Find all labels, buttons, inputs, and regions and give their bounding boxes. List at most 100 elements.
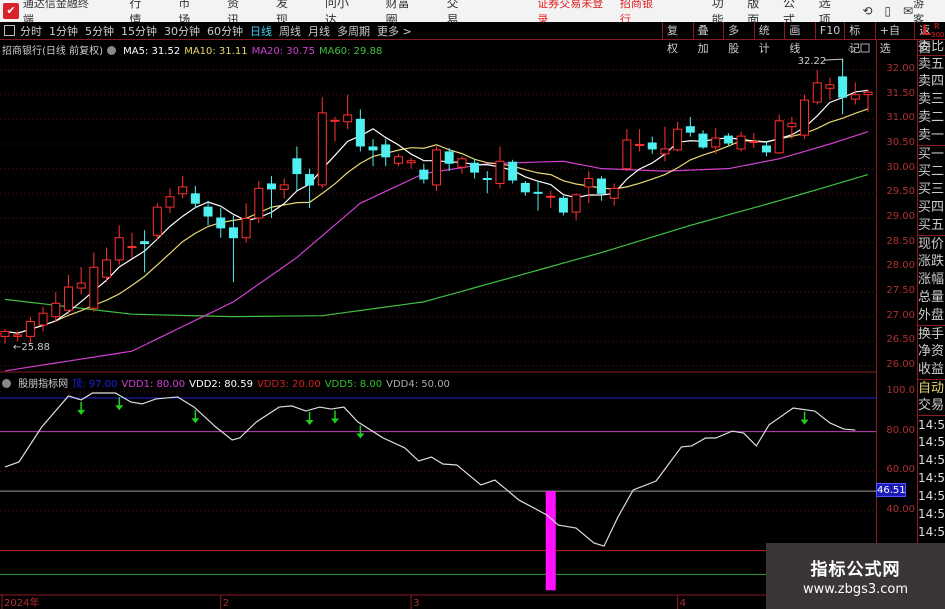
candle[interactable] bbox=[165, 188, 175, 214]
candle[interactable] bbox=[685, 116, 695, 137]
candle-body bbox=[127, 246, 137, 249]
candle[interactable] bbox=[292, 146, 302, 191]
quote-label: 外盘 bbox=[918, 308, 945, 323]
arrow-head bbox=[115, 405, 124, 411]
l-label: L bbox=[922, 23, 931, 39]
candle[interactable] bbox=[609, 183, 619, 206]
candle-body bbox=[190, 193, 200, 204]
candle[interactable] bbox=[546, 190, 556, 209]
vdd3-label: VDD3: 20.00 bbox=[256, 379, 321, 390]
candle-body bbox=[736, 135, 746, 150]
candle-body bbox=[355, 118, 365, 147]
candle[interactable] bbox=[127, 232, 137, 258]
quote-label: 买二 bbox=[918, 164, 945, 179]
candle[interactable] bbox=[825, 77, 835, 100]
quote-label: 卖一 bbox=[918, 128, 945, 143]
candle[interactable] bbox=[495, 146, 505, 189]
candle[interactable] bbox=[330, 116, 340, 142]
candle[interactable] bbox=[571, 193, 581, 221]
candle[interactable] bbox=[393, 153, 403, 167]
candle[interactable] bbox=[647, 136, 657, 154]
candle[interactable] bbox=[89, 252, 99, 312]
candle-body bbox=[520, 182, 530, 193]
candle[interactable] bbox=[533, 180, 543, 211]
candle-body bbox=[761, 145, 771, 153]
candle[interactable] bbox=[368, 139, 378, 167]
candle[interactable] bbox=[470, 158, 480, 179]
candle[interactable] bbox=[774, 114, 784, 154]
candle[interactable] bbox=[432, 146, 441, 191]
candle[interactable] bbox=[254, 180, 264, 223]
trade-time: 14:56 bbox=[918, 415, 945, 433]
candle[interactable] bbox=[152, 203, 162, 241]
level-toggle[interactable]: L R 300 bbox=[919, 22, 945, 40]
mail-icon[interactable]: ✉ bbox=[903, 4, 913, 18]
candle[interactable] bbox=[863, 89, 873, 112]
candle[interactable] bbox=[584, 171, 594, 204]
candle[interactable] bbox=[355, 109, 365, 152]
candle[interactable] bbox=[0, 328, 10, 344]
candle[interactable] bbox=[635, 129, 645, 152]
candle[interactable] bbox=[203, 200, 213, 226]
candle[interactable] bbox=[800, 94, 810, 140]
candle-body bbox=[317, 112, 327, 186]
candle-body bbox=[584, 178, 594, 188]
quote-label: 买三 bbox=[918, 182, 945, 197]
candle[interactable] bbox=[698, 130, 708, 149]
candle-body bbox=[102, 259, 112, 278]
candle[interactable] bbox=[673, 121, 683, 152]
candle[interactable] bbox=[216, 208, 226, 238]
candle[interactable] bbox=[228, 215, 238, 283]
candle[interactable] bbox=[102, 247, 112, 283]
tool-add-watchlist[interactable]: +自选 bbox=[874, 22, 915, 55]
candle-body bbox=[228, 227, 238, 239]
candle-body bbox=[330, 119, 340, 122]
candle[interactable] bbox=[140, 230, 150, 273]
candle[interactable] bbox=[419, 163, 429, 184]
candle[interactable] bbox=[38, 306, 48, 332]
candle[interactable] bbox=[444, 147, 454, 172]
candle[interactable] bbox=[622, 129, 632, 172]
candle-body bbox=[685, 126, 695, 133]
candle[interactable] bbox=[736, 131, 746, 152]
candle-body bbox=[812, 82, 822, 103]
candle[interactable] bbox=[406, 157, 416, 169]
candle[interactable] bbox=[596, 176, 606, 201]
candle[interactable] bbox=[190, 185, 200, 209]
price-tick-label: 26.00 bbox=[886, 358, 915, 370]
candle[interactable] bbox=[178, 176, 188, 199]
candle[interactable] bbox=[558, 195, 568, 216]
candle[interactable] bbox=[343, 94, 353, 130]
candle[interactable] bbox=[838, 59, 848, 115]
phone-icon[interactable]: ▯ bbox=[884, 4, 891, 18]
candle[interactable] bbox=[51, 291, 61, 322]
vdd5-label: VDD5: 8.00 bbox=[324, 379, 383, 390]
candle[interactable] bbox=[812, 70, 822, 105]
candle[interactable] bbox=[482, 171, 492, 194]
settings-circle-icon[interactable] bbox=[2, 379, 11, 388]
auto-trade-button[interactable]: 自动 bbox=[918, 379, 945, 397]
candle[interactable] bbox=[761, 141, 771, 157]
candle[interactable] bbox=[267, 176, 277, 218]
trade-label: 交易 bbox=[918, 398, 945, 413]
quote-label: 涨幅 bbox=[918, 272, 945, 287]
candle[interactable] bbox=[457, 156, 467, 174]
price-tick-label: 32.00 bbox=[886, 63, 915, 74]
kline-chart[interactable]: 32.22 ←25.88 ◇ 2024年 2 3 4 bbox=[0, 0, 876, 609]
candle[interactable] bbox=[317, 97, 327, 189]
candle[interactable] bbox=[114, 225, 124, 265]
candle-body bbox=[51, 302, 61, 318]
candle[interactable] bbox=[381, 139, 391, 167]
candle[interactable] bbox=[25, 316, 35, 344]
settings-circle-icon[interactable] bbox=[106, 46, 116, 55]
candle[interactable] bbox=[63, 274, 73, 315]
candle[interactable] bbox=[76, 267, 86, 295]
candle-body bbox=[533, 191, 543, 194]
candle[interactable] bbox=[241, 203, 251, 243]
trade-time: 14:56 bbox=[918, 525, 945, 539]
candle[interactable] bbox=[508, 159, 518, 184]
candle-body bbox=[444, 151, 454, 164]
vdd2-label: VDD2: 80.59 bbox=[189, 379, 253, 390]
candle-body bbox=[305, 174, 315, 186]
candle[interactable] bbox=[279, 178, 289, 199]
